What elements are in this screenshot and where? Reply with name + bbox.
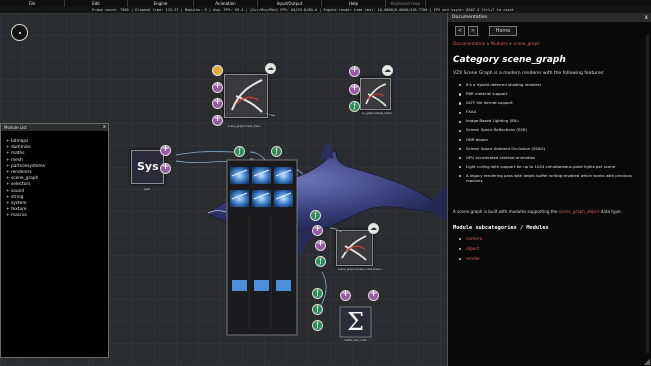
documentation-titlebar[interactable]: Documentation x bbox=[448, 13, 651, 22]
list-item: Screen Space Ambient Occlusion (SSAO) bbox=[459, 146, 647, 152]
list-item: HDR bloom bbox=[459, 137, 647, 143]
subcategories-heading: Module subcategories / Modules bbox=[453, 225, 549, 231]
list-item: Light culling with support for up to 102… bbox=[459, 164, 647, 170]
folder-icon[interactable] bbox=[212, 65, 223, 76]
mesh-node-right[interactable] bbox=[360, 78, 391, 110]
node-label-sum: maths_sum_node bbox=[344, 339, 367, 342]
function-icon[interactable] bbox=[349, 101, 360, 112]
documentation-panel[interactable]: Documentation x < > Home Documentation »… bbox=[447, 13, 651, 366]
close-icon[interactable]: x bbox=[103, 124, 106, 131]
node-label-tex-grid: SC bbox=[250, 158, 254, 161]
function-icon[interactable] bbox=[312, 288, 323, 299]
documentation-nav: < > Home bbox=[455, 26, 517, 36]
function-icon[interactable] bbox=[234, 146, 245, 157]
doc-paragraph-text: data type. bbox=[599, 209, 622, 214]
doc-paragraph-text: A scene graph is built with modules supp… bbox=[453, 209, 559, 214]
back-button[interactable]: < bbox=[455, 26, 465, 36]
module-list-title: Module List bbox=[4, 125, 27, 130]
home-icon[interactable] bbox=[11, 24, 28, 41]
cloud-icon[interactable] bbox=[368, 223, 379, 234]
scene-graph-object-link[interactable]: scene_graph_object bbox=[559, 209, 600, 214]
plus-icon[interactable] bbox=[212, 81, 223, 93]
sys-label: Sys bbox=[137, 160, 159, 173]
list-item: GLTF file format support bbox=[459, 101, 647, 106]
plus-icon[interactable] bbox=[315, 239, 326, 251]
function-icon[interactable] bbox=[271, 146, 282, 157]
resize-grip[interactable] bbox=[644, 359, 650, 365]
list-item: GPU accelerated skeletal animation bbox=[459, 155, 647, 161]
plus-icon[interactable] bbox=[349, 83, 360, 95]
home-button[interactable]: Home bbox=[489, 26, 517, 36]
plus-icon[interactable] bbox=[212, 97, 223, 109]
breadcrumb-modules[interactable]: Modules bbox=[491, 41, 508, 46]
list-item: Image Based Lighting (IBL) bbox=[459, 119, 647, 124]
plus-icon[interactable] bbox=[212, 114, 223, 126]
subcategory-object[interactable]: object bbox=[459, 247, 482, 252]
breadcrumb-documentation[interactable]: Documentation bbox=[453, 41, 485, 46]
node-label-mesh-lower: scene_graph.simple_mesh.scene.. bbox=[338, 268, 383, 271]
mesh-node-top[interactable] bbox=[224, 74, 268, 118]
list-item: FXAA bbox=[459, 110, 647, 115]
list-item: Screen Space Reflections (SSR) bbox=[459, 128, 647, 133]
plus-icon[interactable] bbox=[340, 289, 351, 301]
feature-list: It's a hybrid deferred shading renderer … bbox=[459, 82, 647, 188]
list-item: PBR material support bbox=[459, 91, 647, 97]
function-icon[interactable] bbox=[312, 320, 323, 331]
subcategory-camera[interactable]: camera bbox=[459, 237, 482, 242]
list-item: It's a hybrid deferred shading renderer bbox=[459, 82, 647, 88]
node-label-sys: sys0 bbox=[144, 188, 150, 191]
plus-icon[interactable] bbox=[160, 144, 171, 156]
close-icon[interactable]: x bbox=[644, 13, 648, 22]
module-list-panel[interactable]: Module List x + bitmaps + dummies + math… bbox=[0, 123, 109, 358]
svg-text:Σ: Σ bbox=[347, 308, 364, 336]
plus-icon[interactable] bbox=[312, 224, 323, 236]
doc-paragraph: A scene graph is built with modules supp… bbox=[453, 209, 649, 214]
subcategory-render[interactable]: render bbox=[459, 257, 482, 262]
breadcrumb-scene-graph[interactable]: scene_graph bbox=[513, 41, 540, 46]
plus-icon[interactable] bbox=[349, 65, 360, 77]
plus-icon[interactable] bbox=[368, 289, 379, 301]
node-label-mesh-top: scene_graph.mesh_trans bbox=[228, 125, 261, 128]
function-icon[interactable] bbox=[312, 304, 323, 315]
mesh-node-lower[interactable] bbox=[336, 230, 373, 266]
documentation-title: Documentation bbox=[452, 15, 488, 20]
node-label-mesh-right: sc_graph.simple_mesh bbox=[362, 112, 392, 115]
plus-icon[interactable] bbox=[160, 162, 171, 174]
subcategory-list: camera object render bbox=[459, 237, 482, 266]
function-icon[interactable] bbox=[315, 256, 326, 267]
module-list-items: + bitmaps + dummies + maths + mesh + par… bbox=[1, 131, 108, 220]
module-list-titlebar[interactable]: Module List x bbox=[1, 124, 108, 131]
texture-grid-node[interactable] bbox=[226, 159, 298, 336]
list-item[interactable]: + macros bbox=[6, 213, 108, 219]
forward-button[interactable]: > bbox=[468, 26, 478, 36]
cloud-icon[interactable] bbox=[382, 65, 393, 76]
page-title: Category scene_graph bbox=[453, 55, 566, 65]
scrollbar[interactable] bbox=[646, 35, 649, 353]
doc-intro: VZX Scene Graph is a modern renderer wit… bbox=[453, 71, 605, 76]
breadcrumb: Documentation » Modules » scene_graph bbox=[453, 41, 540, 46]
sigma-icon: Σ bbox=[339, 306, 372, 338]
list-item: A legacy rendering pass with depth buffe… bbox=[459, 173, 647, 183]
function-icon[interactable] bbox=[310, 210, 321, 221]
cloud-icon[interactable] bbox=[265, 63, 276, 74]
